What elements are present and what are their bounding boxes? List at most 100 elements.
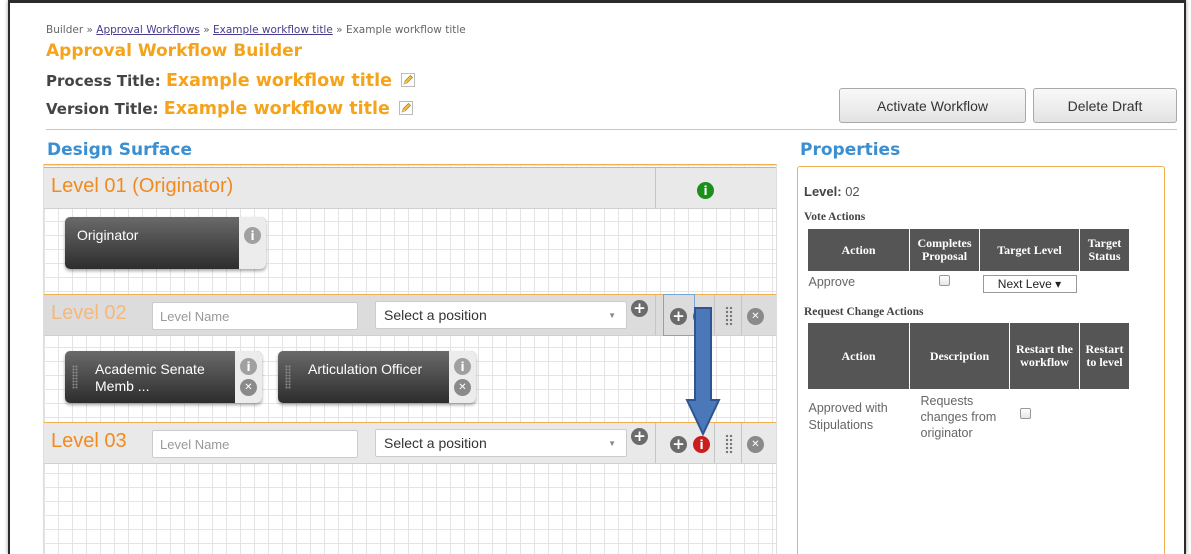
position-select[interactable]: Select a position ▼	[375, 301, 627, 329]
action-cell: Approve	[808, 275, 856, 289]
divider	[741, 295, 742, 335]
position-card-originator[interactable]: Originator i	[65, 217, 266, 269]
position-card-articulation-officer[interactable]: Articulation Officer i ✕	[278, 351, 476, 403]
card-side: i	[239, 217, 266, 269]
info-icon[interactable]: i	[244, 227, 261, 244]
info-icon[interactable]: i	[240, 358, 257, 375]
properties-level: Level: 02	[804, 184, 860, 199]
position-select-value: Select a position	[384, 435, 487, 451]
drag-handle-icon[interactable]	[725, 434, 733, 454]
target-status-cell	[1080, 272, 1130, 296]
drag-handle-icon[interactable]	[72, 365, 78, 389]
column-header: Target Status	[1079, 228, 1130, 272]
level-name: Level 01 (Originator)	[51, 175, 234, 197]
app-window: Builder » Approval Workflows » Example w…	[8, 0, 1186, 554]
column-header: Target Level	[979, 228, 1080, 272]
breadcrumb: Builder » Approval Workflows » Example w…	[46, 24, 466, 36]
table-row: Approve Next Leve ▾	[808, 272, 1130, 296]
card-label: Academic Senate Memb ...	[95, 361, 205, 394]
process-title-label: Process Title:	[46, 72, 161, 90]
level-name: Level 03	[51, 430, 127, 452]
info-icon[interactable]: i	[693, 436, 710, 453]
design-surface-title: Design Surface	[47, 140, 192, 160]
process-title-row: Process Title: Example workflow title	[46, 71, 416, 91]
process-title-value: Example workflow title	[165, 71, 393, 91]
restart-cell	[1010, 390, 1080, 460]
target-level-cell: Next Leve ▾	[980, 272, 1080, 296]
properties-panel: Level: 02 Vote Actions Action Completes …	[797, 166, 1165, 554]
target-level-value: Next Leve	[997, 277, 1052, 291]
card-label: Originator	[77, 227, 139, 243]
level-name-input[interactable]: Level Name	[152, 430, 358, 458]
dropdown-caret-icon: ▼	[608, 311, 616, 320]
version-title-row: Version Title: Example workflow title	[46, 99, 414, 119]
breadcrumb-current: Example workflow title	[345, 24, 466, 36]
down-arrow-annotation	[685, 307, 721, 436]
divider	[741, 423, 742, 463]
request-change-actions-title: Request Change Actions	[804, 306, 924, 318]
description-cell: Requests changes from originator	[920, 394, 997, 440]
level-name-input[interactable]: Level Name	[152, 302, 358, 330]
column-header: Description	[909, 322, 1010, 390]
dropdown-caret-icon: ▼	[608, 439, 616, 448]
edit-pencil-icon[interactable]	[401, 73, 416, 87]
level-label: Level:	[804, 184, 842, 199]
breadcrumb-approval-workflows-link[interactable]: Approval Workflows	[96, 24, 200, 36]
breadcrumb-sep: »	[86, 24, 93, 36]
breadcrumb-root[interactable]: Builder	[46, 24, 83, 36]
table-header-row: Action Completes Proposal Target Level T…	[807, 228, 1130, 272]
position-card-academic-senate[interactable]: Academic Senate Memb ... i ✕	[65, 351, 262, 403]
version-title-label: Version Title:	[46, 100, 159, 118]
position-select[interactable]: Select a position ▼	[375, 429, 627, 457]
delete-draft-button[interactable]: Delete Draft	[1033, 88, 1177, 123]
level-03-header[interactable]: Level 03 Level Name Select a position ▼ …	[44, 422, 776, 464]
info-icon[interactable]: i	[454, 358, 471, 375]
card-label: Articulation Officer	[308, 361, 423, 377]
breadcrumb-sep: »	[203, 24, 210, 36]
position-select-value: Select a position	[384, 307, 487, 323]
add-position-icon[interactable]: +	[631, 300, 648, 317]
divider	[655, 295, 656, 335]
column-header: Completes Proposal	[909, 228, 980, 272]
table-row: Approved with Stipulations Requests chan…	[808, 390, 1130, 460]
breadcrumb-workflow-link[interactable]: Example workflow title	[213, 24, 333, 36]
column-header: Restart to level	[1079, 322, 1130, 390]
restart-workflow-checkbox[interactable]	[1019, 408, 1031, 419]
divider	[655, 168, 656, 208]
breadcrumb-sep: »	[336, 24, 343, 36]
remove-position-icon[interactable]: ✕	[454, 379, 471, 396]
level-name: Level 02	[51, 302, 127, 324]
level-value: 02	[845, 184, 860, 199]
drag-handle-icon[interactable]	[285, 365, 291, 389]
version-title-value: Example workflow title	[163, 99, 390, 119]
properties-title: Properties	[800, 140, 901, 160]
card-side: i ✕	[235, 351, 262, 403]
activate-workflow-button[interactable]: Activate Workflow	[839, 88, 1026, 123]
header-divider	[46, 129, 1177, 130]
edit-pencil-icon[interactable]	[399, 101, 414, 115]
page-title: Approval Workflow Builder	[46, 41, 303, 61]
completes-cell	[910, 272, 980, 296]
target-level-select[interactable]: Next Leve ▾	[982, 275, 1077, 293]
column-header: Restart the workflow	[1009, 322, 1080, 390]
vote-actions-title: Vote Actions	[804, 211, 866, 223]
column-header: Action	[807, 322, 910, 390]
divider	[655, 423, 656, 463]
remove-level-icon[interactable]: ✕	[747, 436, 764, 453]
remove-level-icon[interactable]: ✕	[747, 308, 764, 325]
completes-proposal-checkbox[interactable]	[939, 275, 950, 286]
action-cell: Approved with Stipulations	[808, 401, 888, 432]
restart-level-cell	[1080, 390, 1130, 460]
add-position-icon[interactable]: +	[631, 428, 648, 445]
remove-position-icon[interactable]: ✕	[240, 379, 257, 396]
card-side: i ✕	[449, 351, 476, 403]
add-level-icon[interactable]: +	[670, 436, 687, 453]
level-01-header[interactable]: Level 01 (Originator) i	[44, 167, 776, 209]
design-surface: Level 01 (Originator) i Originator i Lev…	[43, 164, 777, 554]
info-icon[interactable]: i	[697, 182, 714, 199]
request-change-actions-table: Action Description Restart the workflow …	[807, 322, 1130, 460]
drag-handle-icon[interactable]	[725, 306, 733, 326]
table-header-row: Action Description Restart the workflow …	[807, 322, 1130, 390]
column-header: Action	[807, 228, 910, 272]
vote-actions-table: Action Completes Proposal Target Level T…	[807, 228, 1130, 296]
